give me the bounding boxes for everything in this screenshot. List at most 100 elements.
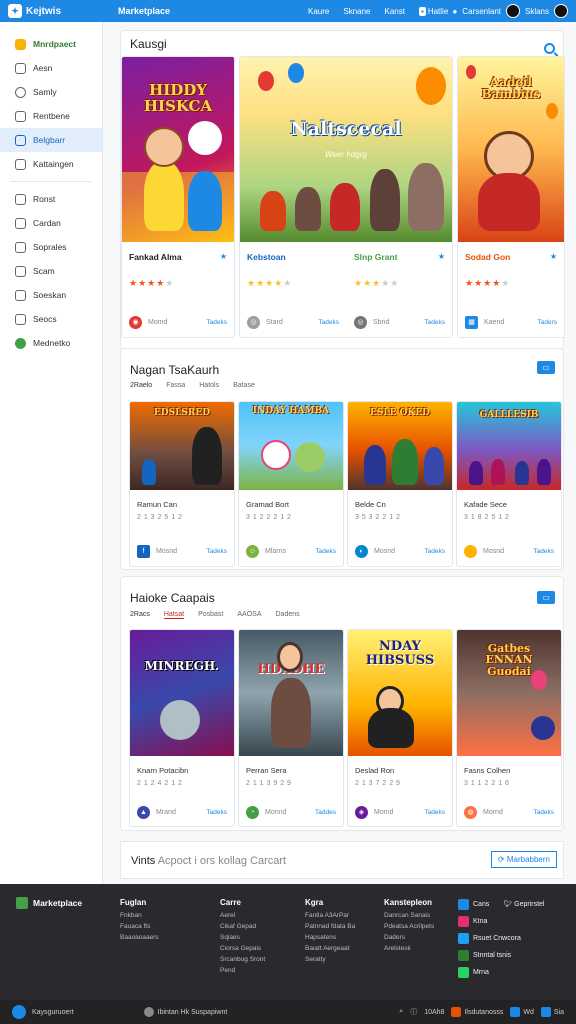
footer-link[interactable]: Fantla A3ArPar <box>305 910 355 921</box>
card-action-link[interactable]: Tadeks <box>533 548 554 555</box>
sidebar-item-list[interactable]: Scam <box>0 259 102 283</box>
card-action-link[interactable]: Tadeks <box>424 809 445 816</box>
top-nav-item[interactable]: Sknane <box>343 7 370 16</box>
tab-item[interactable]: Dadens <box>276 611 300 619</box>
social-link[interactable]: Mrna <box>458 964 544 981</box>
search-icon[interactable] <box>544 43 555 54</box>
game-card[interactable]: NDAY HIBSUSS Deslad Ron 2 1 3 7 2 2 9 ◈ … <box>347 629 453 827</box>
footer-link[interactable]: Arelstesk <box>384 943 434 954</box>
sidebar-item-person[interactable]: Ronst <box>0 187 102 211</box>
sidebar-item-cart[interactable]: Cardan <box>0 211 102 235</box>
sidebar-item-news[interactable]: Rentbene <box>0 104 102 128</box>
user-label[interactable]: Carsenlant <box>462 7 501 16</box>
marketplace-label[interactable]: Marketplace <box>118 6 308 16</box>
game-card[interactable]: Gatbes ENNAN Guodai Fasns Colhen 3 1 1 2… <box>456 629 562 827</box>
card-action-link[interactable]: Taders <box>537 319 557 326</box>
featured-card[interactable]: Naltscecal Weer hdgrg Kebstoan Slnp Gran… <box>239 56 453 338</box>
card-action-link[interactable]: Tadeks <box>315 548 336 555</box>
sidebar-item-home[interactable]: Mnrdpaect <box>0 32 102 56</box>
footer-link[interactable]: Ciorsa Gepais <box>220 943 265 954</box>
footer-link[interactable]: Aerel <box>220 910 265 921</box>
info-icon[interactable]: ⓘ <box>410 1007 417 1017</box>
footer-link[interactable]: Fauaca fts <box>120 921 159 932</box>
twitter-icon[interactable]: 🐦︎ <box>503 901 512 908</box>
strip-button[interactable]: ⟳ Marbabbern <box>490 851 557 868</box>
footer-link[interactable]: Pdeatsa Acrilpets <box>384 921 434 932</box>
bottom-brand[interactable]: Kaysguruoert <box>32 1009 74 1016</box>
star-icon[interactable]: ★ <box>438 252 445 261</box>
publisher-name: Momd <box>374 809 394 816</box>
footer-link[interactable]: Fnkban <box>120 910 159 921</box>
sidebar-item-active[interactable]: Belgbarr <box>0 128 102 152</box>
footer-link[interactable]: Danrcan Sanais <box>384 910 434 921</box>
sidebar-item-gift[interactable]: Kattaingen <box>0 152 102 176</box>
tab-item-active[interactable]: Hatsat <box>163 611 185 619</box>
top-nav: Kaure Sknane Kanst ▪ Hatlie <box>308 6 448 16</box>
game-artwork: EDSLSRED <box>130 402 234 490</box>
sidebar-item-user[interactable]: Aesn <box>0 56 102 80</box>
game-card[interactable]: EDSLSRED Ramun Can 2 1 3 2 5 1 2 f Mosnd… <box>129 401 235 567</box>
card-action-link[interactable]: Tadeks <box>318 319 339 326</box>
card-action-link[interactable]: Tadeks <box>206 809 227 816</box>
footer-link[interactable]: Cikaf Gepad <box>220 921 265 932</box>
featured-card[interactable]: Aadcil Bambius Sodad Gon ★ ★★★★★ ▦ Kaend… <box>457 56 565 338</box>
user-name[interactable]: Sklans <box>525 7 549 16</box>
top-nav-item[interactable]: Kanst <box>385 7 405 16</box>
featured-card[interactable]: HIDDY HISKCA Fankad Alma ★ ★★★★★ ◉ Momd … <box>121 56 235 338</box>
footer-link[interactable]: Pend <box>220 965 265 976</box>
social-link[interactable]: Cans 🐦︎ Geprirstel <box>458 896 544 913</box>
sidebar-item-people[interactable]: Seocs <box>0 307 102 331</box>
square-icon: ▪ <box>418 6 426 16</box>
star-icon[interactable]: ★ <box>550 252 557 261</box>
card-action-link[interactable]: Tadeks <box>206 319 227 326</box>
view-all-button[interactable]: ▭ <box>537 361 555 374</box>
tab-item[interactable]: Batase <box>233 382 255 389</box>
bottom-center-text[interactable]: Ibintan Hk Suspapiwnt <box>158 1009 228 1016</box>
sidebar-item-box[interactable]: Soprales <box>0 235 102 259</box>
game-card[interactable]: INDAY HAMBA Gramad Bort 3 1 2 2 2 1 2 ☺ … <box>238 401 344 567</box>
game-card[interactable]: MINREGH. Knarn Potacibn 2 1 2 4 2 1 2 ▲ … <box>129 629 235 827</box>
sidebar-item-globe[interactable]: Samly <box>0 80 102 104</box>
tab-item[interactable]: Fassa <box>166 382 185 389</box>
card-action-link[interactable]: Tadeks <box>424 548 445 555</box>
avatar-secondary[interactable] <box>554 4 568 18</box>
view-all-button[interactable]: ▭ <box>537 591 555 604</box>
footer-link[interactable]: Srcanbug Sront <box>220 954 265 965</box>
top-nav-item-boxed[interactable]: ▪ Hatlie <box>418 6 448 16</box>
card-action-link[interactable]: Taddes <box>315 809 336 816</box>
search-icon[interactable]: ⌕ <box>399 1008 403 1016</box>
top-nav-item[interactable]: Kaure <box>308 7 329 16</box>
bottom-link[interactable]: Sia <box>540 1007 564 1017</box>
brand-logo[interactable]: ✦ Kejtwis <box>8 4 118 18</box>
bottom-link[interactable]: Ilsdutanosss <box>451 1007 503 1017</box>
artwork-title: Naltscecal <box>290 117 402 140</box>
card-action-link[interactable]: Tadeks <box>533 809 554 816</box>
footer-link[interactable]: Patnnad fdata Ba <box>305 921 355 932</box>
tab-item[interactable]: Hatols <box>199 382 219 389</box>
bottom-link[interactable]: Wd <box>510 1007 534 1017</box>
social-link[interactable]: Stnntal tsnis <box>458 947 544 964</box>
game-card[interactable]: GALLLESIB Kafade Sece 3 1 8 2 5 1 2 Mosn… <box>456 401 562 567</box>
star-icon[interactable]: ★ <box>220 252 227 261</box>
footer-link[interactable]: Baaoaoaaers <box>120 932 159 943</box>
sidebar-item-clover[interactable]: Mednetko <box>0 331 102 355</box>
footer-brand[interactable]: Marketplace <box>16 897 82 909</box>
game-card[interactable]: HDXDHE Perran Sera 2 1 1 3 9 2 9 ◔ Monnd… <box>238 629 344 827</box>
avatar[interactable] <box>505 4 520 18</box>
tab-item[interactable]: Posbast <box>198 611 223 619</box>
bell-icon[interactable]: ● <box>452 7 457 16</box>
bottom-link[interactable]: 10Ah8 <box>424 1009 444 1016</box>
game-card[interactable]: ESLE OKED Belde Cn 3 5 3 2 2 1 2 ◐ Mosnd… <box>347 401 453 567</box>
social-link[interactable]: Ktna <box>458 913 544 930</box>
game-artwork: ESLE OKED <box>348 402 452 490</box>
card-action-link[interactable]: Tadeks <box>424 319 445 326</box>
footer-link[interactable]: Baiatt Aergeaat <box>305 943 355 954</box>
social-link[interactable]: Rsuet Cnwcora <box>458 930 544 947</box>
sidebar-item-document[interactable]: Soeskan <box>0 283 102 307</box>
footer-link[interactable]: Hapsatens <box>305 932 355 943</box>
footer-link[interactable]: Daders <box>384 932 434 943</box>
tab-item[interactable]: AAOSA <box>237 611 261 619</box>
footer-link[interactable]: Sqlaes <box>220 932 265 943</box>
footer-link[interactable]: Seratty <box>305 954 355 965</box>
card-action-link[interactable]: Tadeks <box>206 548 227 555</box>
